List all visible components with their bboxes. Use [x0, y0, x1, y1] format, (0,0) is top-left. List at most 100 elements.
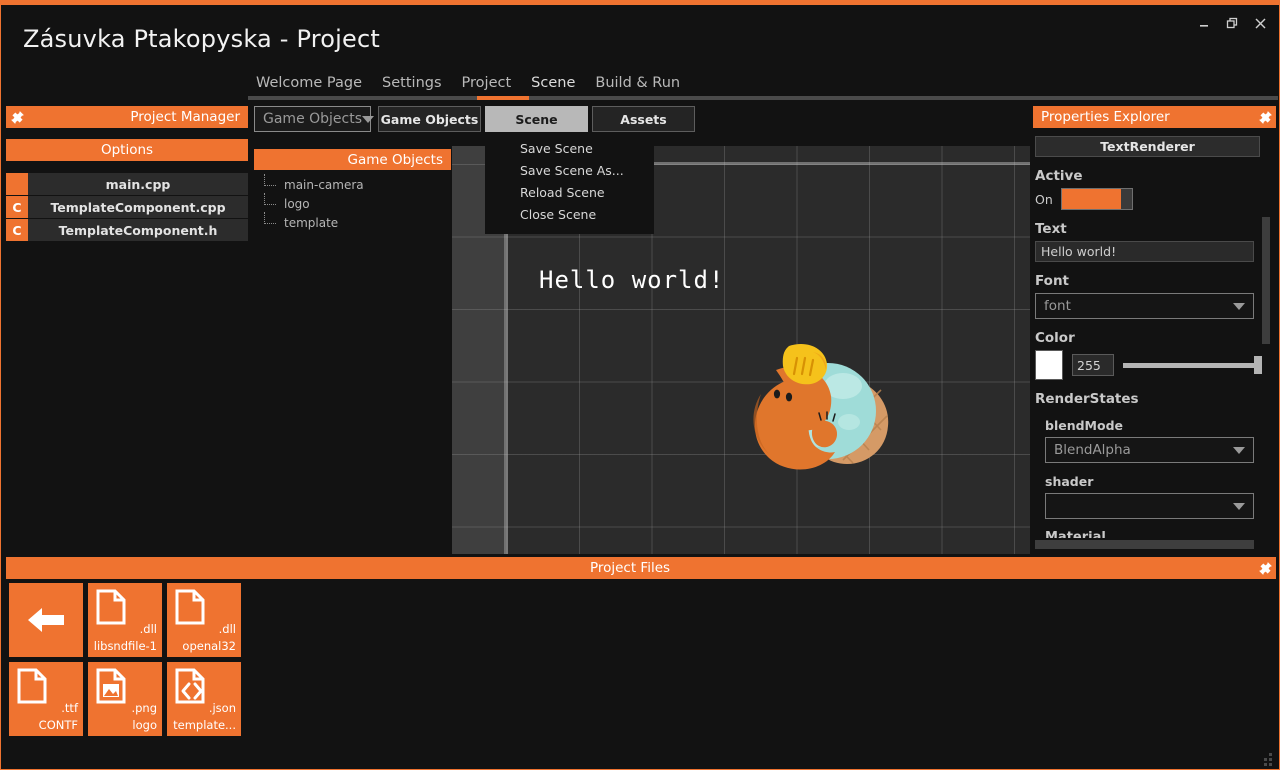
chevron-down-icon [362, 115, 375, 123]
file-name: CONTF [38, 718, 78, 732]
slider-thumb[interactable] [1254, 356, 1262, 374]
menu-tab-scene[interactable]: Scene [530, 73, 576, 93]
code-file-icon [175, 668, 205, 708]
menu-tab-settings[interactable]: Settings [381, 73, 442, 93]
properties-horizontal-scrollbar[interactable] [1035, 540, 1254, 549]
color-property-row: 255 [1035, 350, 1262, 380]
file-tile-logo[interactable]: .png logo [88, 662, 162, 736]
menu-item-close-scene[interactable]: Close Scene [485, 204, 654, 226]
tree-item-logo[interactable]: logo [260, 193, 451, 214]
pin-icon [10, 110, 24, 124]
game-objects-section-header[interactable]: Game Objects [254, 149, 451, 170]
platypus-logo[interactable] [731, 334, 896, 479]
file-type-badge [6, 173, 28, 195]
file-tile-openal32[interactable]: .dll openal32 [167, 583, 241, 657]
close-button[interactable] [1249, 13, 1271, 33]
file-name: libsndfile-1 [93, 639, 157, 653]
file-extension: .json [208, 701, 236, 715]
tab-game-objects[interactable]: Game Objects [378, 106, 481, 132]
file-name: template... [173, 718, 236, 732]
active-state-label: On [1035, 191, 1053, 207]
project-manager-pin-button[interactable] [6, 106, 28, 128]
menu-tab-project[interactable]: Project [461, 73, 513, 93]
window-resize-grip[interactable] [1261, 753, 1273, 766]
properties-explorer-panel: Properties Explorer TextRenderer Active … [1033, 106, 1276, 555]
project-files-title: Project Files [6, 557, 1254, 579]
project-manager-title: Project Manager [28, 106, 248, 128]
project-manager-header: Project Manager [6, 106, 248, 128]
file-icon [96, 589, 126, 629]
file-name: openal32 [182, 639, 236, 653]
properties-vertical-scrollbar-thumb[interactable] [1262, 217, 1270, 344]
properties-explorer-pin-button[interactable] [1254, 106, 1276, 128]
title-bar: Zásuvka Ptakopyska - Project [1, 5, 1279, 67]
maximize-button[interactable] [1221, 13, 1243, 33]
minimize-icon [1200, 25, 1208, 27]
blend-mode-select[interactable]: BlendAlpha [1045, 437, 1254, 463]
back-arrow-icon [28, 608, 64, 632]
file-name[interactable]: TemplateComponent.cpp [28, 196, 248, 218]
property-label-blend-mode: blendMode [1045, 418, 1124, 433]
component-header-text-renderer[interactable]: TextRenderer [1035, 136, 1260, 157]
toggle-knob [1061, 189, 1121, 209]
scene-tab-bar: Game Objects Scene Assets [378, 106, 695, 132]
project-manager-panel: Project Manager Options main.cpp C Templ… [6, 106, 248, 242]
restore-icon [1226, 17, 1238, 29]
file-extension: .dll [218, 622, 236, 636]
image-file-icon [96, 668, 126, 708]
file-list-item[interactable]: C TemplateComponent.cpp [6, 196, 248, 218]
color-swatch[interactable] [1035, 350, 1063, 380]
file-list-item[interactable]: main.cpp [6, 173, 248, 195]
project-manager-options-button[interactable]: Options [6, 139, 248, 161]
file-extension: .png [131, 701, 157, 715]
shader-select[interactable] [1045, 493, 1254, 519]
project-files-pin-button[interactable] [1254, 557, 1276, 579]
application-window: Zásuvka Ptakopyska - Project Welcome Pag… [0, 0, 1280, 770]
file-tile-template-json[interactable]: .json template... [167, 662, 241, 736]
scene-text-object[interactable]: Hello world! [539, 266, 724, 294]
pin-icon [1258, 561, 1272, 575]
file-tile-parent-directory[interactable] [9, 583, 83, 657]
menu-tab-welcome-page[interactable]: Welcome Page [255, 73, 363, 93]
property-label-active: Active [1035, 168, 1083, 184]
game-objects-tree: main-camera logo template [254, 174, 451, 233]
menu-tab-build-and-run[interactable]: Build & Run [594, 73, 681, 93]
property-label-color: Color [1035, 330, 1075, 346]
font-select[interactable]: font [1035, 293, 1254, 319]
file-icon [175, 589, 205, 629]
slider-track [1123, 362, 1262, 368]
property-label-render-states: RenderStates [1035, 391, 1139, 407]
tab-assets[interactable]: Assets [592, 106, 695, 132]
tree-item-template[interactable]: template [260, 212, 451, 233]
menu-active-indicator [477, 96, 529, 100]
minimize-button[interactable] [1193, 13, 1215, 33]
active-toggle[interactable] [1060, 188, 1133, 210]
file-list-item[interactable]: C TemplateComponent.h [6, 219, 248, 241]
tree-item-main-camera[interactable]: main-camera [260, 174, 451, 195]
properties-vertical-scrollbar-track[interactable] [1262, 136, 1270, 555]
chevron-down-icon [1233, 446, 1245, 454]
project-manager-file-list: main.cpp C TemplateComponent.cpp C Templ… [6, 173, 248, 241]
property-label-font: Font [1035, 273, 1070, 289]
file-tile-libsndfile[interactable]: .dll libsndfile-1 [88, 583, 162, 657]
game-objects-view-select[interactable]: Game Objects [254, 106, 375, 132]
color-alpha-value[interactable]: 255 [1072, 354, 1114, 376]
color-alpha-slider[interactable] [1123, 354, 1262, 376]
file-extension: .dll [139, 622, 157, 636]
menu-item-save-scene-as[interactable]: Save Scene As... [485, 160, 654, 182]
file-name[interactable]: main.cpp [28, 173, 248, 195]
file-name[interactable]: TemplateComponent.h [28, 219, 248, 241]
window-title: Zásuvka Ptakopyska - Project [23, 25, 380, 53]
menu-item-reload-scene[interactable]: Reload Scene [485, 182, 654, 204]
menu-item-save-scene[interactable]: Save Scene [485, 138, 654, 160]
game-objects-view-value: Game Objects [263, 111, 363, 127]
file-tile-contf[interactable]: .ttf CONTF [9, 662, 83, 736]
close-icon [1255, 18, 1265, 29]
pin-icon [1258, 110, 1272, 124]
text-input[interactable]: Hello world! [1035, 241, 1254, 262]
project-files-grid: .dll libsndfile-1 .dll openal32 .ttf CON [9, 583, 249, 736]
menu-underline [248, 96, 1278, 100]
tab-scene[interactable]: Scene [485, 106, 588, 132]
font-select-value: font [1044, 298, 1071, 314]
file-type-badge: C [6, 196, 28, 218]
